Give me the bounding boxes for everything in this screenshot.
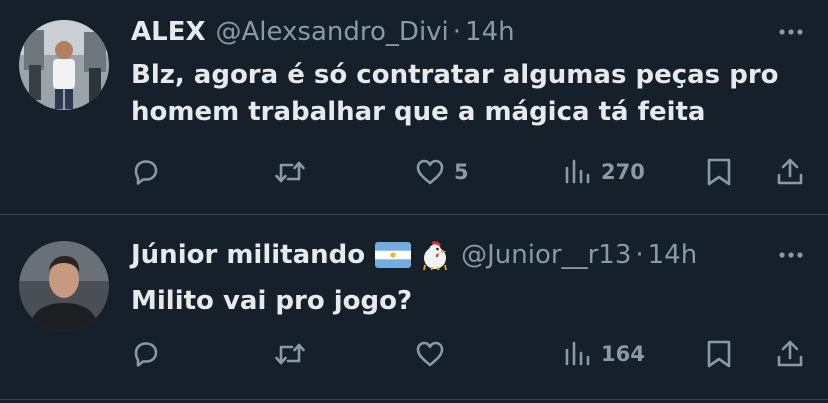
reply-icon — [130, 338, 162, 370]
views-icon — [563, 338, 593, 370]
like-count: 5 — [454, 160, 469, 184]
display-name[interactable]: Júnior militando — [131, 240, 365, 270]
tweet-text-line: Blz, agora é só contratar algumas peças … — [131, 60, 779, 90]
tweet[interactable]: Júnior militando @Junior__r13 · 14h Mili… — [0, 216, 828, 396]
separator: · — [635, 240, 644, 270]
display-name[interactable]: ALEX — [131, 17, 206, 47]
timestamp[interactable]: 14h — [648, 240, 698, 270]
like-icon — [414, 156, 446, 188]
tweet-actions: 164 — [0, 334, 828, 374]
avatar[interactable] — [19, 241, 109, 331]
share-button[interactable] — [774, 152, 806, 192]
like-button[interactable]: 5 — [414, 152, 469, 192]
timestamp[interactable]: 14h — [465, 17, 515, 47]
share-icon — [774, 156, 806, 188]
tweet-text: Blz, agora é só contratar algumas peças … — [131, 57, 811, 131]
argentina-flag-icon — [375, 242, 412, 268]
more-icon[interactable] — [776, 240, 806, 270]
bookmark-icon — [704, 338, 734, 370]
user-handle[interactable]: @Alexsandro_Divi — [216, 17, 449, 47]
views-button[interactable]: 270 — [563, 152, 645, 192]
tweet-text-line: Milito vai pro jogo? — [131, 286, 413, 316]
retweet-button[interactable] — [273, 334, 315, 374]
separator: · — [452, 17, 462, 47]
view-count: 270 — [601, 160, 645, 184]
divider — [0, 214, 828, 215]
like-icon — [414, 338, 446, 370]
retweet-icon — [273, 156, 307, 188]
like-button[interactable] — [414, 334, 454, 374]
timeline-feed: ALEX @Alexsandro_Divi · 14h Blz, agora é… — [0, 0, 828, 403]
tweet-text-line: homem trabalhar que a mágica tá feita — [131, 97, 706, 127]
reply-icon — [130, 156, 162, 188]
user-handle[interactable]: @Junior__r13 — [461, 240, 631, 270]
reply-button[interactable] — [130, 152, 170, 192]
rooster-icon — [419, 239, 451, 271]
bookmark-icon — [704, 156, 734, 188]
tweet-header: Júnior militando @Junior__r13 · 14h — [131, 238, 697, 272]
share-icon — [774, 338, 806, 370]
retweet-icon — [273, 338, 307, 370]
avatar[interactable] — [19, 20, 109, 110]
reply-button[interactable] — [130, 334, 170, 374]
more-icon[interactable] — [776, 17, 806, 47]
view-count: 164 — [601, 342, 645, 366]
share-button[interactable] — [774, 334, 806, 374]
retweet-button[interactable] — [273, 152, 315, 192]
divider — [0, 399, 828, 400]
tweet-header: ALEX @Alexsandro_Divi · 14h — [131, 15, 515, 49]
tweet-actions: 5 270 — [0, 152, 828, 192]
bookmark-button[interactable] — [704, 152, 734, 192]
bookmark-button[interactable] — [704, 334, 734, 374]
tweet-text: Milito vai pro jogo? — [131, 283, 811, 320]
views-button[interactable]: 164 — [563, 334, 645, 374]
tweet[interactable]: ALEX @Alexsandro_Divi · 14h Blz, agora é… — [0, 0, 828, 215]
views-icon — [563, 156, 593, 188]
